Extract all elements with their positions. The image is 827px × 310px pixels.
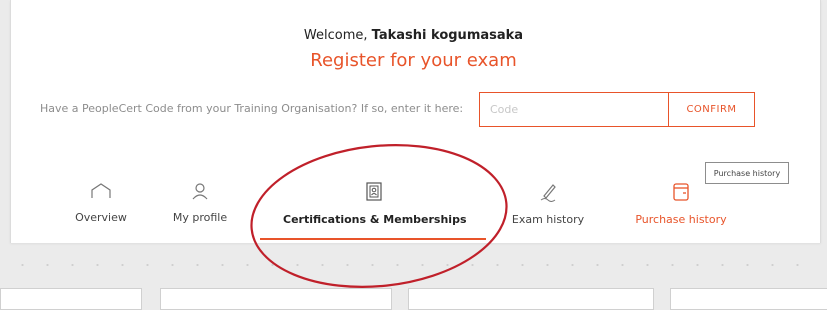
tab-my-profile-label: My profile: [172, 211, 228, 224]
content-card: [160, 288, 392, 310]
active-tab-indicator: [260, 238, 486, 240]
content-card: [670, 288, 827, 310]
tab-certifications-label: Certifications & Memberships: [283, 213, 467, 226]
tab-my-profile[interactable]: My profile: [168, 182, 232, 225]
home-icon: [91, 183, 111, 198]
code-input[interactable]: [479, 92, 669, 127]
code-prompt-text: Have a PeopleCert Code from your Trainin…: [40, 102, 464, 115]
receipt-icon: [673, 183, 689, 201]
confirm-button[interactable]: CONFIRM: [669, 92, 755, 127]
dotted-divider: [10, 263, 819, 267]
tab-purchase-history[interactable]: Purchase history: [632, 182, 730, 227]
welcome-prefix: Welcome,: [303, 28, 368, 43]
certificate-icon: [366, 182, 382, 201]
tab-purchase-history-label: Purchase history: [635, 213, 727, 226]
tab-exam-history[interactable]: Exam history: [511, 182, 585, 227]
user-name: Takashi kogumasaka: [371, 28, 524, 43]
welcome-message: Welcome, Takashi kogumasaka: [0, 28, 827, 43]
purchase-history-tooltip: Purchase history: [705, 162, 789, 184]
tab-overview-label: Overview: [75, 211, 127, 224]
tab-overview[interactable]: Overview: [72, 182, 130, 225]
content-card: [408, 288, 654, 310]
page-title: Register for your exam: [310, 50, 517, 71]
tab-exam-history-label: Exam history: [511, 213, 585, 226]
content-card: [0, 288, 142, 310]
pen-icon: [540, 184, 556, 202]
tab-certifications[interactable]: Certifications & Memberships: [283, 182, 467, 227]
user-icon: [192, 183, 208, 200]
